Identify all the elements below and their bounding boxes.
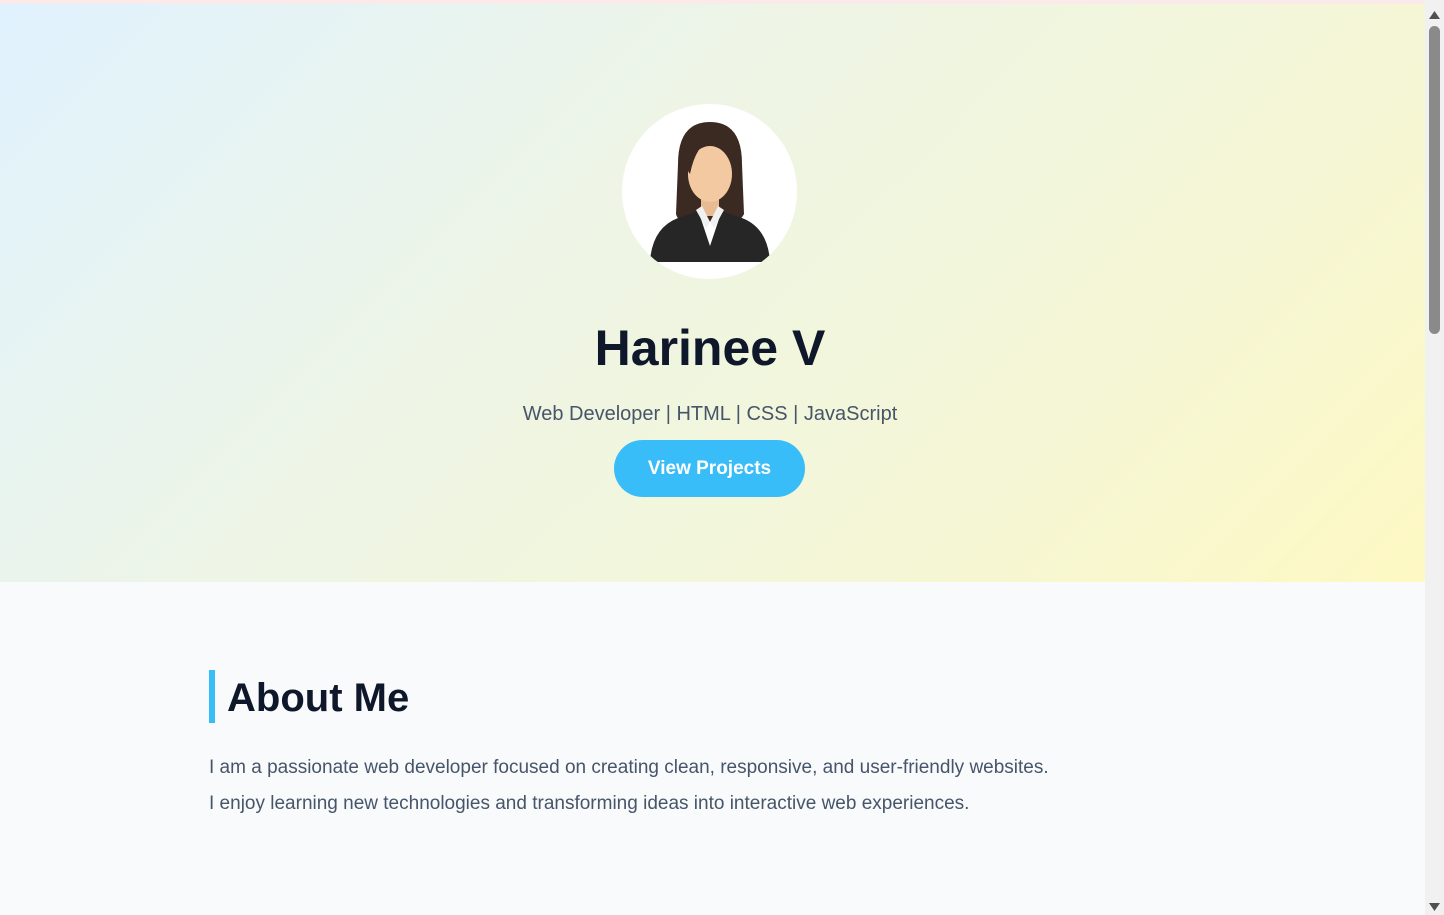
triangle-up-icon[interactable] bbox=[1425, 6, 1444, 23]
hero-section: Harinee V Web Developer | HTML | CSS | J… bbox=[0, 4, 1425, 582]
heading-accent-bar bbox=[209, 670, 215, 723]
about-title: About Me bbox=[227, 676, 410, 720]
scrollbar-thumb[interactable] bbox=[1429, 26, 1440, 334]
about-line: I am a passionate web developer focused … bbox=[209, 757, 1049, 778]
vertical-scrollbar[interactable] bbox=[1425, 0, 1444, 915]
view-projects-button[interactable]: View Projects bbox=[614, 440, 805, 497]
profile-name: Harinee V bbox=[594, 320, 826, 376]
page-viewport: Harinee V Web Developer | HTML | CSS | J… bbox=[0, 0, 1425, 915]
about-line: I enjoy learning new technologies and tr… bbox=[209, 793, 970, 814]
about-description: I am a passionate web developer focused … bbox=[209, 750, 1209, 822]
profile-avatar-icon bbox=[622, 104, 797, 279]
triangle-down-icon[interactable] bbox=[1425, 898, 1444, 915]
profile-tagline: Web Developer | HTML | CSS | JavaScript bbox=[522, 403, 898, 425]
